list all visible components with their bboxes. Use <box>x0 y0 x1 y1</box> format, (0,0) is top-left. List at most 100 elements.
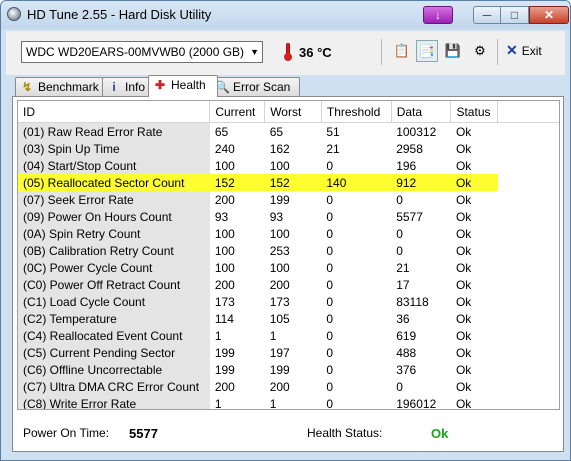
table-row[interactable]: (01) Raw Read Error Rate 65 65 51 100312 Ok <box>18 122 559 141</box>
cell-id: (09) Power On Hours Count <box>18 208 210 225</box>
tab-strip: ↯ Benchmark i Info ✚ Health 🔍 Error Scan <box>12 75 570 97</box>
table-row[interactable]: (C8) Write Error Rate 1 1 0 196012 Ok <box>18 395 559 410</box>
column-header-id[interactable]: ID <box>18 101 211 123</box>
cell-data: 21 <box>396 260 410 275</box>
cell-worst: 1 <box>269 328 277 343</box>
cell-id: (05) Reallocated Sector Count <box>18 174 210 191</box>
column-header-filler <box>497 101 559 123</box>
cell-current: 1 <box>214 328 222 343</box>
health-status-value: Ok <box>431 426 449 441</box>
cell-threshold: 0 <box>326 192 334 207</box>
table-row[interactable]: (05) Reallocated Sector Count 152 152 140 91… <box>18 174 559 191</box>
options-icon[interactable]: ⚙ <box>469 40 491 62</box>
cell-id: (0B) Calibration Retry Count <box>18 242 210 259</box>
cell-status: Ok <box>450 174 498 191</box>
cell-worst: 100 <box>269 158 290 173</box>
table-row[interactable]: (0B) Calibration Retry Count 100 253 0 0 Ok <box>18 242 559 259</box>
cell-threshold: 0 <box>326 226 334 241</box>
cell-filler <box>498 276 559 293</box>
cell-status: Ok <box>455 328 472 343</box>
cell-id: (0C) Power Cycle Count <box>18 259 210 276</box>
smart-table[interactable]: ID Current Worst Threshold Data Status (… <box>17 100 560 410</box>
table-row[interactable]: (C4) Reallocated Event Count 1 1 0 619 Ok <box>18 327 559 344</box>
status-footer: Power On Time: 5577 Health Status: Ok <box>13 413 563 449</box>
window-title: HD Tune 2.55 - Hard Disk Utility <box>27 7 212 22</box>
tab-error-scan[interactable]: 🔍 Error Scan <box>210 77 300 96</box>
table-row[interactable]: (03) Spin Up Time 240 162 21 2958 Ok <box>18 140 559 157</box>
cell-worst: 173 <box>269 294 290 309</box>
cell-status: Ok <box>455 243 472 258</box>
cell-filler <box>498 327 559 344</box>
tab-label: Benchmark <box>38 80 99 94</box>
table-row[interactable]: (09) Power On Hours Count 93 93 0 5577 Ok <box>18 208 559 225</box>
cell-status: Ok <box>455 124 472 139</box>
cell-threshold: 21 <box>326 141 340 156</box>
cell-worst: 197 <box>269 345 290 360</box>
cell-id: (04) Start/Stop Count <box>18 157 210 174</box>
title-bar[interactable]: HD Tune 2.55 - Hard Disk Utility ↓ ─ □ ✕ <box>1 1 570 29</box>
health-panel: ID Current Worst Threshold Data Status (… <box>12 96 564 452</box>
cell-filler <box>498 140 559 157</box>
toolbar-divider <box>381 39 382 65</box>
cell-id: (C2) Temperature <box>18 310 210 327</box>
cell-threshold: 51 <box>326 124 340 139</box>
minimize-button[interactable]: ─ <box>473 6 501 24</box>
table-row[interactable]: (0C) Power Cycle Count 100 100 0 21 Ok <box>18 259 559 276</box>
cell-data: 912 <box>391 174 451 191</box>
gauge-icon: ↯ <box>21 80 33 94</box>
cell-data: 0 <box>396 243 403 258</box>
copy-all-icon[interactable]: 📑 <box>416 40 438 62</box>
cell-current: 93 <box>214 209 229 224</box>
column-header-current[interactable]: Current <box>209 101 266 123</box>
cell-data: 100312 <box>396 124 437 139</box>
cell-current: 100 <box>214 158 235 173</box>
cell-status: Ok <box>455 277 472 292</box>
exit-label: Exit <box>521 44 542 58</box>
cell-filler <box>498 123 559 141</box>
table-row[interactable]: (C0) Power Off Retract Count 200 200 0 17 Ok <box>18 276 559 293</box>
table-row[interactable]: (0A) Spin Retry Count 100 100 0 0 Ok <box>18 225 559 242</box>
table-row[interactable]: (C7) Ultra DMA CRC Error Count 200 200 0 0 Ok <box>18 378 559 395</box>
cell-current: 173 <box>214 294 235 309</box>
app-window: HD Tune 2.55 - Hard Disk Utility ↓ ─ □ ✕… <box>0 0 571 461</box>
cell-data: 17 <box>396 277 410 292</box>
table-row[interactable]: (C2) Temperature 114 105 0 36 Ok <box>18 310 559 327</box>
tab-benchmark[interactable]: ↯ Benchmark <box>15 77 103 96</box>
cell-threshold: 0 <box>326 277 334 292</box>
cell-data: 196012 <box>396 396 437 410</box>
table-row[interactable]: (C6) Offline Uncorrectable 199 199 0 376 Ok <box>18 361 559 378</box>
cell-threshold: 0 <box>326 243 334 258</box>
cell-worst: 100 <box>269 226 290 241</box>
cell-id: (C7) Ultra DMA CRC Error Count <box>18 378 210 395</box>
tab-health[interactable]: ✚ Health <box>148 75 218 97</box>
cell-status: Ok <box>455 311 472 326</box>
table-row[interactable]: (C5) Current Pending Sector 199 197 0 488 Ok <box>18 344 559 361</box>
tab-label: Error Scan <box>233 80 291 94</box>
smart-attributes-table: ID Current Worst Threshold Data Status (… <box>18 101 559 410</box>
cell-status: Ok <box>455 294 472 309</box>
table-row[interactable]: (04) Start/Stop Count 100 100 0 196 Ok <box>18 157 559 174</box>
cell-threshold: 0 <box>326 345 334 360</box>
copy-icon[interactable]: 📋 <box>391 40 413 62</box>
cell-id: (0A) Spin Retry Count <box>18 225 210 242</box>
table-row[interactable]: (07) Seek Error Rate 200 199 0 0 Ok <box>18 191 559 208</box>
exit-button[interactable]: ✕ Exit <box>506 42 542 59</box>
column-header-worst[interactable]: Worst <box>264 101 322 123</box>
cell-current: 100 <box>214 260 235 275</box>
cell-id: (C6) Offline Uncorrectable <box>18 361 210 378</box>
cell-worst: 200 <box>269 277 290 292</box>
drive-select[interactable]: WDC WD20EARS-00MVWB0 (2000 GB) ▼ <box>21 41 263 63</box>
download-button[interactable]: ↓ <box>423 6 453 24</box>
column-header-data[interactable]: Data <box>391 101 452 123</box>
save-icon[interactable]: 💾 <box>442 40 464 62</box>
cell-data: 0 <box>396 379 403 394</box>
cell-threshold: 0 <box>326 209 334 224</box>
maximize-button[interactable]: □ <box>501 6 529 24</box>
column-header-threshold[interactable]: Threshold <box>321 101 392 123</box>
cell-status: Ok <box>455 141 472 156</box>
app-disk-icon <box>7 7 21 21</box>
close-button[interactable]: ✕ <box>529 6 569 24</box>
column-header-status[interactable]: Status <box>450 101 499 123</box>
cell-data: 2958 <box>396 141 423 156</box>
table-row[interactable]: (C1) Load Cycle Count 173 173 0 83118 Ok <box>18 293 559 310</box>
